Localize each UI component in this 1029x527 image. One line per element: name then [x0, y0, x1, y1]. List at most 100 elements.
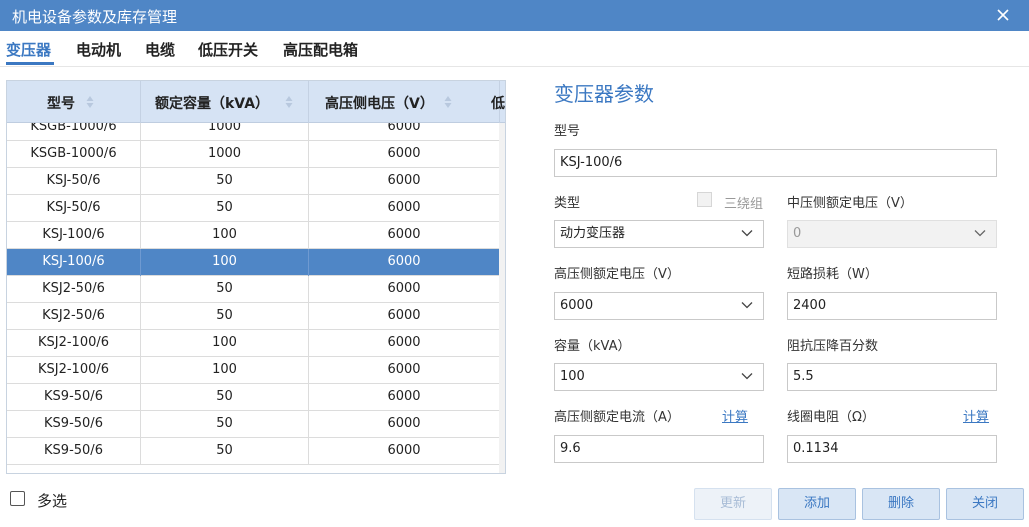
delete-button[interactable]: 删除 [862, 488, 940, 520]
hv-voltage-cell: 6000 [309, 141, 500, 168]
type-label: 类型 [554, 196, 581, 211]
three-winding-label: 三绕组 [724, 197, 764, 212]
mid-voltage-label: 中压侧额定电压（V） [787, 196, 913, 211]
capacity-cell: 100 [141, 357, 309, 384]
chevron-down-icon [741, 302, 753, 309]
column-header-model[interactable]: 型号 [7, 81, 141, 123]
close-icon[interactable] [993, 5, 1013, 25]
sort-icon [444, 96, 452, 108]
table-row[interactable]: KS9-50/6 50 6000 [7, 438, 505, 465]
chevron-down-icon [741, 230, 753, 237]
capacity-cell: 100 [141, 222, 309, 249]
add-button[interactable]: 添加 [778, 488, 856, 520]
hv-voltage-select[interactable]: 6000 [554, 292, 764, 320]
tab-bar: 变压器 电动机 电缆 低压开关 高压配电箱 [0, 31, 1029, 67]
capacity-label: 容量（kVA） [554, 339, 631, 354]
capacity-select[interactable]: 100 [554, 363, 764, 391]
hv-voltage-cell: 6000 [309, 303, 500, 330]
chevron-down-icon [974, 230, 986, 237]
table-row[interactable]: KSJ-100/6 100 6000 [7, 222, 505, 249]
vertical-scrollbar[interactable] [499, 123, 505, 473]
table-row[interactable]: KSJ-100/6 100 6000 [7, 249, 505, 276]
hv-voltage-value: 6000 [560, 298, 594, 313]
model-cell: KSJ2-100/6 [7, 357, 141, 384]
hv-voltage-cell: 6000 [309, 438, 500, 465]
hv-current-input[interactable]: 9.6 [554, 435, 764, 463]
hv-voltage-cell: 6000 [309, 384, 500, 411]
table-header: 型号 额定容量（kVA） 高压侧电压（V） 低 [7, 81, 505, 123]
chevron-down-icon [741, 373, 753, 380]
capacity-cell: 50 [141, 438, 309, 465]
hv-voltage-cell: 6000 [309, 411, 500, 438]
capacity-cell: 50 [141, 276, 309, 303]
sort-icon [285, 96, 293, 108]
active-tab-indicator [6, 62, 54, 65]
table-row[interactable]: KSJ2-50/6 50 6000 [7, 276, 505, 303]
short-loss-label: 短路损耗（W） [787, 267, 878, 282]
three-winding-checkbox[interactable] [697, 192, 712, 207]
table-row[interactable]: KSJ2-50/6 50 6000 [7, 303, 505, 330]
model-cell: KS9-50/6 [7, 411, 141, 438]
model-cell: KSGB-1000/6 [7, 141, 141, 168]
model-cell: KSJ2-100/6 [7, 330, 141, 357]
close-button[interactable]: 关闭 [946, 488, 1024, 520]
capacity-cell: 1000 [141, 141, 309, 168]
calc-resistance-link[interactable]: 计算 [963, 406, 989, 425]
table-row[interactable]: KSJ2-100/6 100 6000 [7, 357, 505, 384]
model-cell: KSJ2-50/6 [7, 303, 141, 330]
window-title: 机电设备参数及库存管理 [12, 8, 178, 26]
impedance-input[interactable]: 5.5 [787, 363, 997, 391]
table-row[interactable]: KSGB-1000/6 1000 6000 [7, 123, 505, 141]
column-header-hv-voltage[interactable]: 高压侧电压（V） [309, 81, 500, 123]
model-cell: KSJ-50/6 [7, 195, 141, 222]
table-row[interactable]: KSJ-50/6 50 6000 [7, 195, 505, 222]
multi-select-checkbox[interactable] [10, 491, 25, 506]
mid-voltage-select[interactable]: 0 [787, 220, 997, 248]
coil-resistance-label: 线圈电阻（Ω） [787, 410, 875, 425]
capacity-value: 100 [560, 369, 585, 384]
multi-select-label: 多选 [37, 492, 68, 510]
hv-voltage-cell: 6000 [309, 195, 500, 222]
table-row[interactable]: KS9-50/6 50 6000 [7, 411, 505, 438]
update-button[interactable]: 更新 [694, 488, 772, 520]
capacity-cell: 100 [141, 249, 309, 276]
tab-motor[interactable]: 电动机 [76, 39, 121, 60]
type-select-value: 动力变压器 [560, 226, 626, 241]
hv-voltage-label: 高压侧额定电压（V） [554, 267, 680, 282]
table-body: KSGB-1000/6 1000 6000 KSGB-1000/6 1000 6000 KS… [7, 123, 505, 473]
calc-current-link[interactable]: 计算 [722, 406, 748, 425]
model-cell: KSJ-100/6 [7, 222, 141, 249]
table-row[interactable]: KS9-50/6 50 6000 [7, 384, 505, 411]
short-loss-input[interactable]: 2400 [787, 292, 997, 320]
table-row[interactable]: KSJ2-100/6 100 6000 [7, 330, 505, 357]
transformer-table: 型号 额定容量（kVA） 高压侧电压（V） 低 KSGB-1000/6 1000 6… [6, 80, 506, 474]
hv-voltage-cell: 6000 [309, 357, 500, 384]
tab-high-voltage-box[interactable]: 高压配电箱 [283, 39, 358, 60]
impedance-label: 阻抗压降百分数 [787, 339, 879, 354]
hv-current-label: 高压侧额定电流（A） [554, 410, 680, 425]
form-title: 变压器参数 [554, 82, 654, 106]
coil-resistance-input[interactable]: 0.1134 [787, 435, 997, 463]
model-label: 型号 [554, 124, 581, 139]
hv-voltage-cell: 6000 [309, 249, 500, 276]
tab-cable[interactable]: 电缆 [145, 39, 175, 60]
mid-voltage-value: 0 [793, 226, 802, 241]
tab-transformer[interactable]: 变压器 [6, 39, 51, 60]
capacity-cell: 50 [141, 411, 309, 438]
column-header-next[interactable]: 低 [491, 81, 505, 123]
hv-voltage-cell: 6000 [309, 276, 500, 303]
column-header-capacity[interactable]: 额定容量（kVA） [141, 81, 309, 123]
tab-low-voltage-switch[interactable]: 低压开关 [198, 39, 258, 60]
hv-voltage-cell: 6000 [309, 168, 500, 195]
hv-voltage-cell: 6000 [309, 123, 500, 141]
hv-voltage-cell: 6000 [309, 330, 500, 357]
table-row[interactable]: KSJ-50/6 50 6000 [7, 168, 505, 195]
capacity-cell: 50 [141, 195, 309, 222]
model-cell: KS9-50/6 [7, 438, 141, 465]
table-row[interactable]: KSGB-1000/6 1000 6000 [7, 141, 505, 168]
sort-icon [86, 96, 94, 108]
model-cell: KSGB-1000/6 [7, 123, 141, 141]
model-input[interactable]: KSJ-100/6 [554, 149, 997, 177]
capacity-cell: 50 [141, 168, 309, 195]
type-select[interactable]: 动力变压器 [554, 220, 764, 248]
